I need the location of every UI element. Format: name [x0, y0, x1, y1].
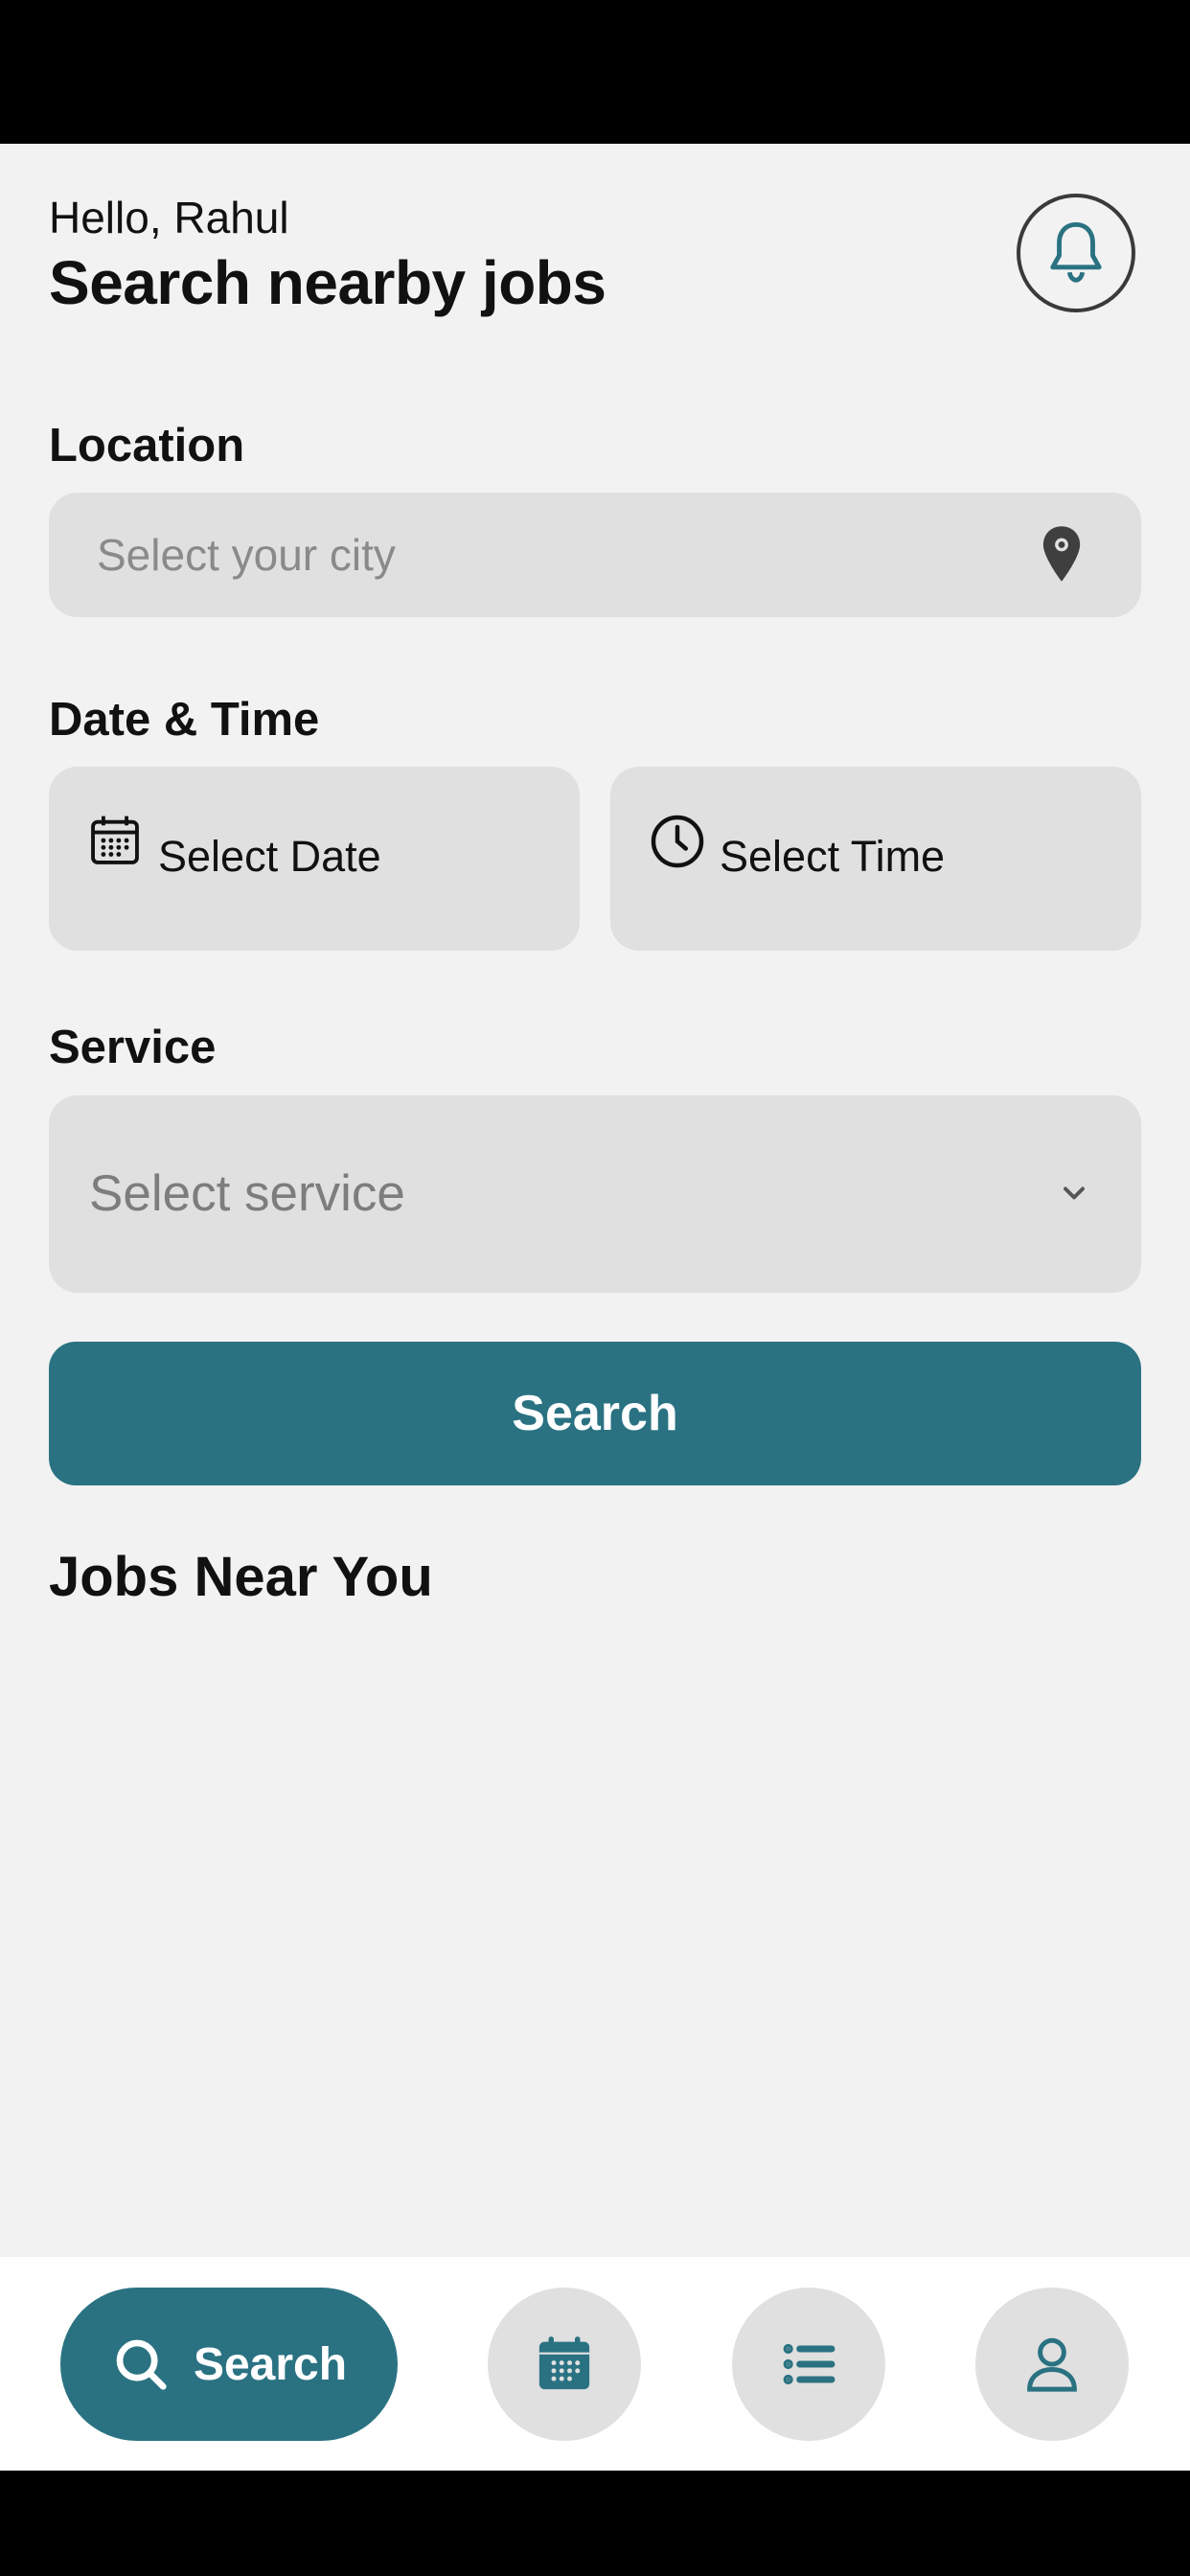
- nav-calendar-tab[interactable]: [488, 2288, 641, 2441]
- date-select[interactable]: Select Date: [49, 767, 580, 951]
- user-icon: [1027, 2337, 1077, 2392]
- calendar-icon: [538, 2336, 590, 2390]
- bottom-navigation: Search: [0, 2257, 1190, 2471]
- page-title: Search nearby jobs: [49, 248, 606, 317]
- location-select[interactable]: Select your city: [49, 493, 1141, 617]
- datetime-label: Date & Time: [49, 694, 320, 746]
- service-placeholder: Select service: [89, 1165, 405, 1222]
- search-icon: [116, 2339, 167, 2390]
- list-icon: [783, 2343, 835, 2385]
- notifications-button[interactable]: [1017, 194, 1135, 312]
- nav-list-tab[interactable]: [732, 2288, 885, 2441]
- calendar-icon: [91, 816, 139, 864]
- service-label: Service: [49, 1022, 217, 1073]
- nav-profile-tab[interactable]: [975, 2288, 1129, 2441]
- location-label: Location: [49, 420, 245, 472]
- nav-search-label: Search: [193, 2338, 348, 2390]
- jobs-near-you-heading: Jobs Near You: [49, 1546, 433, 1608]
- date-select-text: Select Date: [158, 832, 381, 881]
- search-button[interactable]: Search: [49, 1342, 1141, 1485]
- time-select[interactable]: Select Time: [610, 767, 1141, 951]
- clock-icon: [651, 815, 704, 868]
- nav-search-tab[interactable]: Search: [60, 2288, 398, 2441]
- service-select[interactable]: Select service: [49, 1095, 1141, 1293]
- time-select-text: Select Time: [720, 832, 946, 881]
- chevron-down-icon: [1064, 1186, 1085, 1200]
- location-placeholder: Select your city: [97, 530, 396, 580]
- map-pin-icon: [1042, 526, 1081, 582]
- greeting-text: Hello, Rahul: [49, 193, 289, 242]
- app-screen: Hello, Rahul Search nearby jobs Location…: [0, 144, 1190, 2471]
- bell-icon: [1050, 221, 1102, 283]
